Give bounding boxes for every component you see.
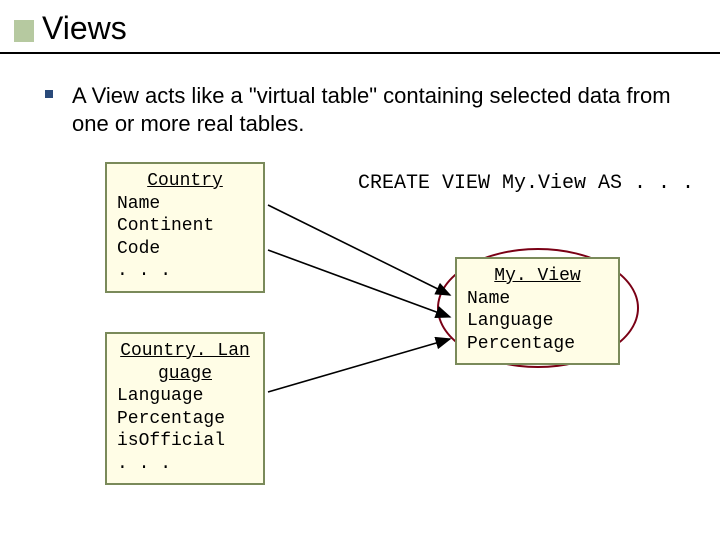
slide-title: Views bbox=[42, 10, 127, 47]
table-row: . . . bbox=[117, 453, 253, 476]
body-text: A View acts like a "virtual table" conta… bbox=[72, 82, 672, 138]
sql-statement: CREATE VIEW My.View AS . . . bbox=[358, 172, 694, 195]
table-myview-title: My. View bbox=[467, 265, 608, 288]
table-row: Percentage bbox=[117, 408, 253, 431]
bullet-icon bbox=[45, 90, 53, 98]
table-row: Name bbox=[117, 193, 253, 216]
table-row: Continent bbox=[117, 215, 253, 238]
table-myview: My. View Name Language Percentage bbox=[455, 257, 620, 365]
title-underline bbox=[0, 52, 720, 54]
table-row: Language bbox=[467, 310, 608, 333]
table-country-language-title2: guage bbox=[117, 363, 253, 386]
table-row: Language bbox=[117, 385, 253, 408]
table-country-language-title1: Country. Lan bbox=[117, 340, 253, 363]
accent-square bbox=[14, 20, 34, 42]
table-row: . . . bbox=[117, 260, 253, 283]
table-row: Percentage bbox=[467, 333, 608, 356]
table-country: Country Name Continent Code . . . bbox=[105, 162, 265, 293]
table-country-title: Country bbox=[117, 170, 253, 193]
table-row: isOfficial bbox=[117, 430, 253, 453]
table-row: Name bbox=[467, 288, 608, 311]
table-row: Code bbox=[117, 238, 253, 261]
table-country-language: Country. Lan guage Language Percentage i… bbox=[105, 332, 265, 485]
